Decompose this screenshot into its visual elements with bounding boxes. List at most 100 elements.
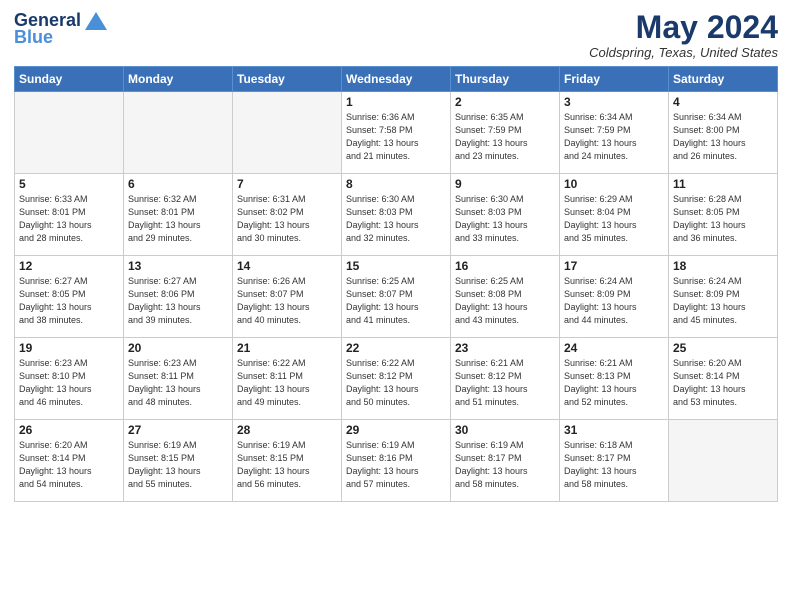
logo-icon (85, 12, 107, 30)
day-info: Sunrise: 6:20 AM Sunset: 8:14 PM Dayligh… (673, 357, 773, 409)
calendar-cell-4-5: 31 Sunrise: 6:18 AM Sunset: 8:17 PM Dayli… (560, 420, 669, 502)
day-number: 6 (128, 177, 228, 191)
week-row-3: 12 Sunrise: 6:27 AM Sunset: 8:05 PM Dayli… (15, 256, 778, 338)
month-title: May 2024 (589, 10, 778, 45)
day-info: Sunrise: 6:19 AM Sunset: 8:16 PM Dayligh… (346, 439, 446, 491)
day-number: 10 (564, 177, 664, 191)
day-info: Sunrise: 6:27 AM Sunset: 8:05 PM Dayligh… (19, 275, 119, 327)
day-number: 5 (19, 177, 119, 191)
day-info: Sunrise: 6:30 AM Sunset: 8:03 PM Dayligh… (455, 193, 555, 245)
day-number: 27 (128, 423, 228, 437)
day-number: 15 (346, 259, 446, 273)
day-number: 13 (128, 259, 228, 273)
calendar-cell-2-3: 15 Sunrise: 6:25 AM Sunset: 8:07 PM Dayli… (342, 256, 451, 338)
page-container: General Blue May 2024 Coldspring, Texas,… (0, 0, 792, 512)
calendar-cell-2-6: 18Sunrise: 6:24 AM Sunset: 8:09 PM Dayli… (669, 256, 778, 338)
weekday-header-row: Sunday Monday Tuesday Wednesday Thursday… (15, 67, 778, 92)
day-info: Sunrise: 6:22 AM Sunset: 8:12 PM Dayligh… (346, 357, 446, 409)
header-monday: Monday (124, 67, 233, 92)
header-saturday: Saturday (669, 67, 778, 92)
logo-blue-text: Blue (14, 27, 53, 48)
location: Coldspring, Texas, United States (589, 45, 778, 60)
day-info: Sunrise: 6:18 AM Sunset: 8:17 PM Dayligh… (564, 439, 664, 491)
calendar-cell-2-1: 13 Sunrise: 6:27 AM Sunset: 8:06 PM Dayli… (124, 256, 233, 338)
calendar-cell-4-1: 27 Sunrise: 6:19 AM Sunset: 8:15 PM Dayli… (124, 420, 233, 502)
calendar-cell-3-5: 24 Sunrise: 6:21 AM Sunset: 8:13 PM Dayli… (560, 338, 669, 420)
day-info: Sunrise: 6:27 AM Sunset: 8:06 PM Dayligh… (128, 275, 228, 327)
day-number: 3 (564, 95, 664, 109)
header-friday: Friday (560, 67, 669, 92)
day-info: Sunrise: 6:28 AM Sunset: 8:05 PM Dayligh… (673, 193, 773, 245)
day-info: Sunrise: 6:21 AM Sunset: 8:12 PM Dayligh… (455, 357, 555, 409)
day-info: Sunrise: 6:24 AM Sunset: 8:09 PM Dayligh… (564, 275, 664, 327)
header-tuesday: Tuesday (233, 67, 342, 92)
day-info: Sunrise: 6:23 AM Sunset: 8:10 PM Dayligh… (19, 357, 119, 409)
calendar-cell-4-4: 30 Sunrise: 6:19 AM Sunset: 8:17 PM Dayli… (451, 420, 560, 502)
day-number: 26 (19, 423, 119, 437)
day-info: Sunrise: 6:20 AM Sunset: 8:14 PM Dayligh… (19, 439, 119, 491)
calendar-cell-0-0 (15, 92, 124, 174)
day-info: Sunrise: 6:19 AM Sunset: 8:17 PM Dayligh… (455, 439, 555, 491)
day-info: Sunrise: 6:26 AM Sunset: 8:07 PM Dayligh… (237, 275, 337, 327)
day-info: Sunrise: 6:34 AM Sunset: 8:00 PM Dayligh… (673, 111, 773, 163)
page-header: General Blue May 2024 Coldspring, Texas,… (14, 10, 778, 60)
day-number: 28 (237, 423, 337, 437)
day-number: 21 (237, 341, 337, 355)
day-info: Sunrise: 6:23 AM Sunset: 8:11 PM Dayligh… (128, 357, 228, 409)
day-number: 7 (237, 177, 337, 191)
week-row-4: 19 Sunrise: 6:23 AM Sunset: 8:10 PM Dayli… (15, 338, 778, 420)
calendar-cell-0-6: 4Sunrise: 6:34 AM Sunset: 8:00 PM Daylig… (669, 92, 778, 174)
calendar-cell-3-6: 25Sunrise: 6:20 AM Sunset: 8:14 PM Dayli… (669, 338, 778, 420)
header-wednesday: Wednesday (342, 67, 451, 92)
day-number: 12 (19, 259, 119, 273)
calendar-cell-4-2: 28 Sunrise: 6:19 AM Sunset: 8:15 PM Dayli… (233, 420, 342, 502)
day-number: 24 (564, 341, 664, 355)
calendar-cell-1-2: 7 Sunrise: 6:31 AM Sunset: 8:02 PM Daylig… (233, 174, 342, 256)
day-number: 31 (564, 423, 664, 437)
day-info: Sunrise: 6:30 AM Sunset: 8:03 PM Dayligh… (346, 193, 446, 245)
calendar-cell-3-2: 21 Sunrise: 6:22 AM Sunset: 8:11 PM Dayli… (233, 338, 342, 420)
calendar-table: Sunday Monday Tuesday Wednesday Thursday… (14, 66, 778, 502)
day-number: 1 (346, 95, 446, 109)
day-number: 19 (19, 341, 119, 355)
title-area: May 2024 Coldspring, Texas, United State… (589, 10, 778, 60)
day-number: 30 (455, 423, 555, 437)
calendar-cell-0-2 (233, 92, 342, 174)
day-info: Sunrise: 6:25 AM Sunset: 8:07 PM Dayligh… (346, 275, 446, 327)
day-info: Sunrise: 6:25 AM Sunset: 8:08 PM Dayligh… (455, 275, 555, 327)
day-number: 29 (346, 423, 446, 437)
day-info: Sunrise: 6:21 AM Sunset: 8:13 PM Dayligh… (564, 357, 664, 409)
day-info: Sunrise: 6:36 AM Sunset: 7:58 PM Dayligh… (346, 111, 446, 163)
calendar-cell-4-3: 29 Sunrise: 6:19 AM Sunset: 8:16 PM Dayli… (342, 420, 451, 502)
day-number: 2 (455, 95, 555, 109)
calendar-cell-3-0: 19 Sunrise: 6:23 AM Sunset: 8:10 PM Dayli… (15, 338, 124, 420)
header-thursday: Thursday (451, 67, 560, 92)
day-number: 11 (673, 177, 773, 191)
day-info: Sunrise: 6:24 AM Sunset: 8:09 PM Dayligh… (673, 275, 773, 327)
calendar-cell-3-3: 22 Sunrise: 6:22 AM Sunset: 8:12 PM Dayli… (342, 338, 451, 420)
week-row-5: 26 Sunrise: 6:20 AM Sunset: 8:14 PM Dayli… (15, 420, 778, 502)
logo: General Blue (14, 10, 107, 48)
day-number: 22 (346, 341, 446, 355)
calendar-cell-0-4: 2 Sunrise: 6:35 AM Sunset: 7:59 PM Daylig… (451, 92, 560, 174)
day-info: Sunrise: 6:19 AM Sunset: 8:15 PM Dayligh… (237, 439, 337, 491)
day-info: Sunrise: 6:29 AM Sunset: 8:04 PM Dayligh… (564, 193, 664, 245)
calendar-cell-4-0: 26 Sunrise: 6:20 AM Sunset: 8:14 PM Dayli… (15, 420, 124, 502)
calendar-cell-1-1: 6Sunrise: 6:32 AM Sunset: 8:01 PM Daylig… (124, 174, 233, 256)
day-info: Sunrise: 6:31 AM Sunset: 8:02 PM Dayligh… (237, 193, 337, 245)
day-info: Sunrise: 6:34 AM Sunset: 7:59 PM Dayligh… (564, 111, 664, 163)
day-info: Sunrise: 6:35 AM Sunset: 7:59 PM Dayligh… (455, 111, 555, 163)
calendar-cell-0-1 (124, 92, 233, 174)
calendar-cell-2-4: 16 Sunrise: 6:25 AM Sunset: 8:08 PM Dayli… (451, 256, 560, 338)
calendar-cell-1-0: 5Sunrise: 6:33 AM Sunset: 8:01 PM Daylig… (15, 174, 124, 256)
day-number: 8 (346, 177, 446, 191)
day-number: 23 (455, 341, 555, 355)
calendar-cell-1-6: 11 Sunrise: 6:28 AM Sunset: 8:05 PM Dayli… (669, 174, 778, 256)
week-row-1: 1 Sunrise: 6:36 AM Sunset: 7:58 PM Daylig… (15, 92, 778, 174)
day-number: 16 (455, 259, 555, 273)
calendar-cell-4-6 (669, 420, 778, 502)
calendar-cell-0-5: 3 Sunrise: 6:34 AM Sunset: 7:59 PM Daylig… (560, 92, 669, 174)
day-info: Sunrise: 6:22 AM Sunset: 8:11 PM Dayligh… (237, 357, 337, 409)
day-info: Sunrise: 6:19 AM Sunset: 8:15 PM Dayligh… (128, 439, 228, 491)
calendar-cell-2-0: 12 Sunrise: 6:27 AM Sunset: 8:05 PM Dayli… (15, 256, 124, 338)
